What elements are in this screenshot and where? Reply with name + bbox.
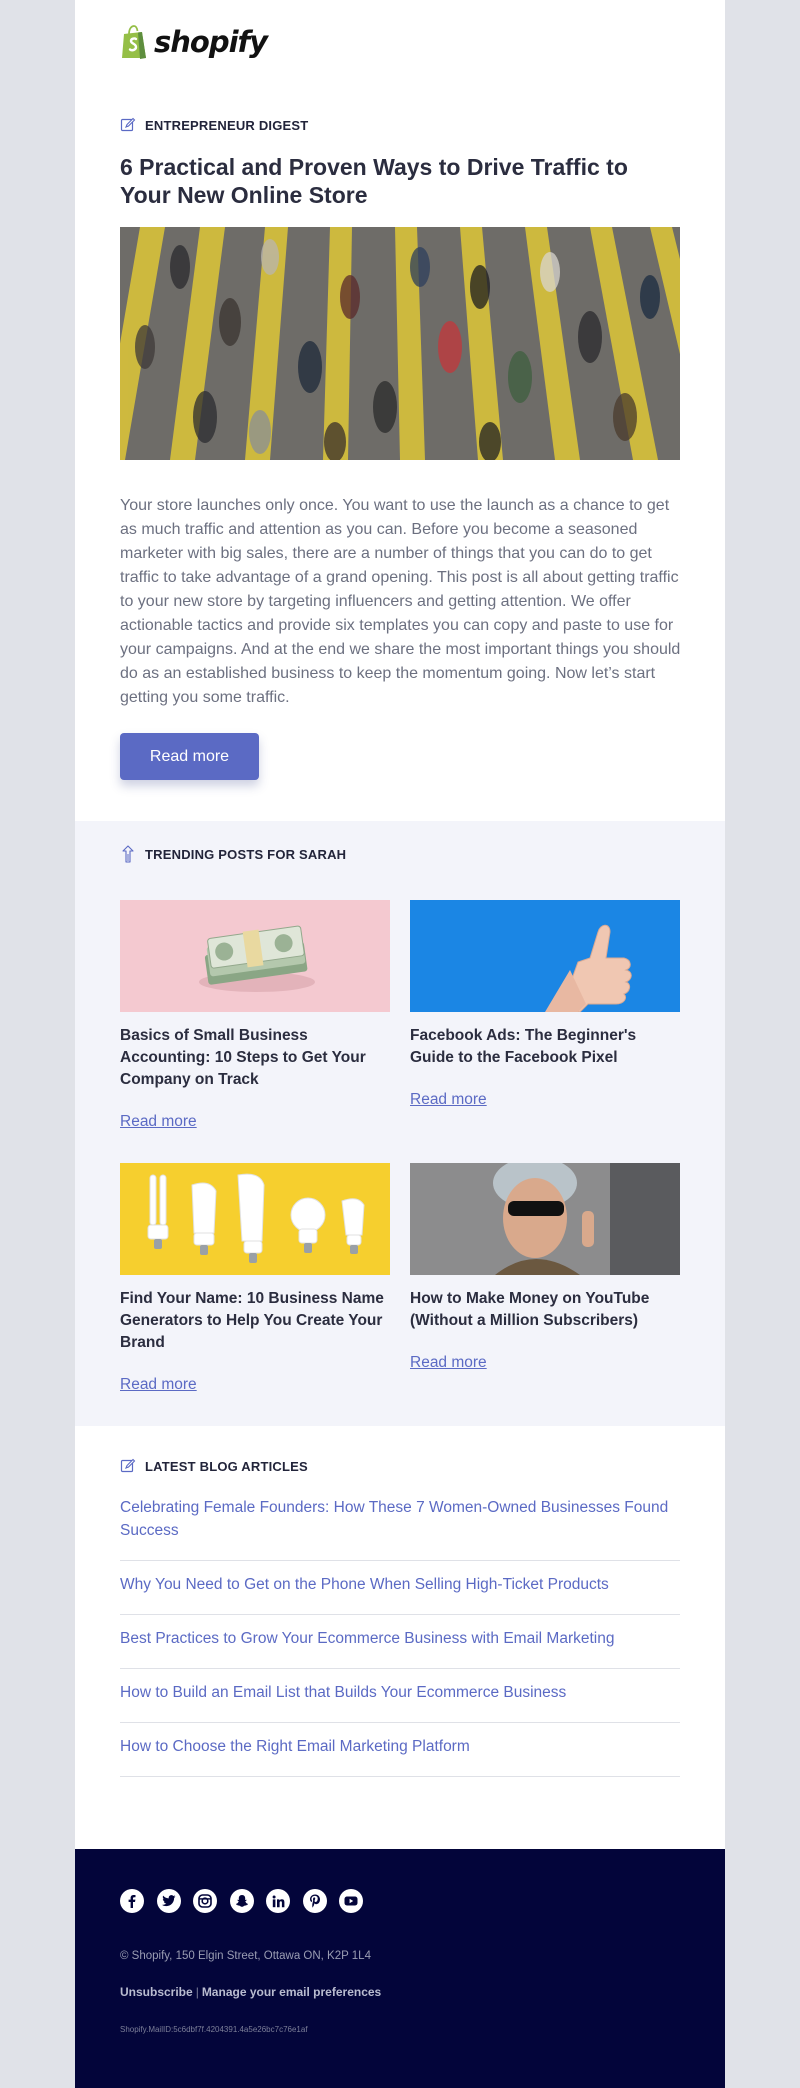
cash-stack-image[interactable] <box>120 900 390 1012</box>
trending-section-header: TRENDING POSTS FOR SARAH <box>120 845 346 863</box>
latest-article-link[interactable]: How to Choose the Right Email Marketing … <box>120 1723 680 1777</box>
instagram-icon[interactable] <box>193 1889 217 1913</box>
edit-note-icon <box>120 117 136 132</box>
latest-section-header: LATEST BLOG ARTICLES <box>120 1458 308 1474</box>
thumbs-up-image[interactable] <box>410 900 680 1012</box>
trending-card-title[interactable]: How to Make Money on YouTube (Without a … <box>410 1288 680 1332</box>
trending-card[interactable]: How to Make Money on YouTube (Without a … <box>410 1163 680 1372</box>
digest-section-label: ENTREPRENEUR DIGEST <box>145 117 309 133</box>
trending-card-read-more-link[interactable]: Read more <box>120 1113 197 1131</box>
woman-sunglasses-illustration <box>410 1163 680 1275</box>
footer-link-separator: | <box>195 1985 199 1999</box>
twitter-icon[interactable] <box>156 1889 181 1913</box>
youtube-icon[interactable] <box>339 1889 363 1913</box>
crowd-crosswalk-illustration <box>120 227 680 460</box>
footer-links: Unsubscribe | Manage your email preference… <box>120 1985 381 1999</box>
latest-article-link[interactable]: Why You Need to Get on the Phone When Se… <box>120 1561 680 1615</box>
digest-section-header: ENTREPRENEUR DIGEST <box>120 117 308 133</box>
shopify-logo[interactable]: shopify <box>120 24 268 60</box>
trending-card-read-more-link[interactable]: Read more <box>410 1091 487 1109</box>
trending-section-label: TRENDING POSTS FOR SARAH <box>145 846 347 862</box>
latest-article-link[interactable]: How to Build an Email List that Builds Y… <box>120 1669 680 1723</box>
trending-card-read-more-link[interactable]: Read more <box>410 1354 487 1372</box>
cash-stack-illustration <box>120 900 390 1012</box>
shopify-wordmark: shopify <box>154 25 268 59</box>
trending-card-read-more-link[interactable]: Read more <box>120 1376 197 1394</box>
trending-card[interactable]: Basics of Small Business Accounting: 10 … <box>120 900 390 1131</box>
light-bulbs-illustration <box>120 1163 390 1275</box>
trending-card-title[interactable]: Basics of Small Business Accounting: 10 … <box>120 1025 390 1091</box>
latest-article-link[interactable]: Best Practices to Grow Your Ecommerce Bu… <box>120 1615 680 1669</box>
trending-section: TRENDING POSTS FOR SARAH Basics of Small… <box>75 821 725 1426</box>
thumbs-up-illustration <box>410 900 680 1012</box>
unsubscribe-link[interactable]: Unsubscribe <box>120 1985 193 1999</box>
latest-section-label: LATEST BLOG ARTICLES <box>145 1458 308 1474</box>
latest-articles-list: Celebrating Female Founders: How These 7… <box>120 1484 680 1777</box>
trending-up-arrow-icon <box>122 845 134 863</box>
trending-card-title[interactable]: Facebook Ads: The Beginner's Guide to th… <box>410 1025 680 1069</box>
mail-id: Shopify.MailID:5c6dbf7f.4204391.4a5e26bc… <box>120 2025 308 2034</box>
email-preferences-link[interactable]: Manage your email preferences <box>202 1985 381 1999</box>
trending-card[interactable]: Facebook Ads: The Beginner's Guide to th… <box>410 900 680 1109</box>
latest-article-link[interactable]: Celebrating Female Founders: How These 7… <box>120 1484 680 1561</box>
trending-card-title[interactable]: Find Your Name: 10 Business Name Generat… <box>120 1288 390 1354</box>
light-bulbs-image[interactable] <box>120 1163 390 1275</box>
woman-sunglasses-image[interactable] <box>410 1163 680 1275</box>
trending-card[interactable]: Find Your Name: 10 Business Name Generat… <box>120 1163 390 1394</box>
social-links <box>120 1889 363 1913</box>
facebook-icon[interactable] <box>120 1889 144 1913</box>
crowd-crosswalk-image[interactable] <box>120 227 680 460</box>
edit-note-icon <box>120 1458 136 1473</box>
footer: © Shopify, 150 Elgin Street, Ottawa ON, … <box>75 1849 725 2088</box>
digest-read-more-button[interactable]: Read more <box>120 733 259 780</box>
pinterest-icon[interactable] <box>302 1889 327 1913</box>
snapchat-icon[interactable] <box>229 1889 254 1913</box>
shopify-bag-icon <box>122 24 146 59</box>
digest-title[interactable]: 6 Practical and Proven Ways to Drive Tra… <box>120 153 680 209</box>
footer-address: © Shopify, 150 Elgin Street, Ottawa ON, … <box>120 1950 371 1962</box>
digest-body: Your store launches only once. You want … <box>120 497 681 706</box>
email-container: shopify ENTREPRENEUR DIGEST 6 Practical … <box>75 0 725 2088</box>
linkedin-icon[interactable] <box>266 1889 290 1913</box>
